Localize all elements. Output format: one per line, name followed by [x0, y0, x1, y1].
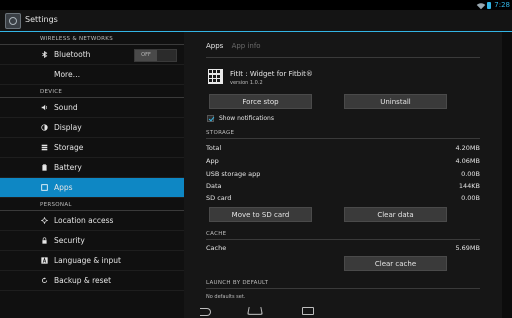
location-icon [41, 217, 48, 224]
uninstall-button[interactable]: Uninstall [344, 94, 447, 109]
row-label: USB storage app [206, 170, 261, 178]
sidebar-item-label: Apps [54, 183, 73, 192]
table-row: Cache 5.69MB [206, 243, 480, 254]
navigation-bar [184, 306, 502, 318]
row-label: Data [206, 182, 222, 190]
status-bar: 7:28 [0, 0, 512, 10]
wifi-icon [477, 0, 486, 10]
back-icon[interactable] [200, 308, 211, 316]
sidebar-item-label: Location access [54, 216, 114, 225]
sidebar-item-label: Storage [54, 143, 84, 152]
app-icon [208, 69, 223, 84]
sidebar-item-label: Backup & reset [54, 276, 112, 285]
action-bar: Settings [0, 10, 512, 32]
bluetooth-toggle-state: OFF [135, 50, 157, 61]
row-value: 144KB [458, 182, 480, 190]
row-label: App [206, 157, 219, 165]
bluetooth-toggle[interactable]: OFF [134, 49, 177, 62]
sidebar-item-label: Battery [54, 163, 82, 172]
battery-icon [487, 1, 492, 9]
table-row: Total 4.20MB [206, 143, 480, 154]
clear-cache-button[interactable]: Clear cache [344, 256, 447, 271]
sidebar-item-location[interactable]: Location access [0, 211, 184, 231]
backup-icon [41, 277, 48, 284]
section-header-personal: PERSONAL [0, 198, 184, 211]
sidebar-item-label: Security [54, 236, 85, 245]
storage-icon [41, 144, 48, 151]
sidebar-item-backup[interactable]: Backup & reset [0, 271, 184, 291]
display-icon [41, 124, 48, 131]
row-value: 0.00B [461, 194, 480, 202]
breadcrumb-apps[interactable]: Apps [206, 42, 223, 50]
sidebar-item-more[interactable]: More… [0, 65, 184, 85]
sidebar-item-apps[interactable]: Apps [0, 178, 184, 198]
status-icons: 7:28 [477, 0, 510, 10]
row-label: Total [206, 144, 222, 152]
sidebar-item-label: Bluetooth [54, 50, 91, 59]
show-notifications-checkbox[interactable] [207, 115, 214, 122]
sidebar-item-bluetooth[interactable]: Bluetooth OFF [0, 45, 184, 65]
table-row: Data 144KB [206, 181, 480, 192]
section-header-wireless: WIRELESS & NETWORKS [0, 32, 184, 45]
show-notifications-label: Show notifications [219, 115, 274, 122]
apps-icon [41, 184, 48, 191]
settings-icon[interactable] [5, 13, 21, 29]
sidebar-item-label: Sound [54, 103, 78, 112]
section-header-storage: STORAGE [206, 130, 480, 139]
bluetooth-icon [42, 51, 48, 58]
home-icon[interactable] [247, 306, 263, 315]
breadcrumb-app-info: App info [231, 42, 261, 50]
app-title: Settings [25, 15, 58, 24]
section-header-device: DEVICE [0, 85, 184, 98]
clear-data-button[interactable]: Clear data [344, 207, 447, 222]
sidebar-item-label: Language & input [54, 256, 121, 265]
section-header-launch: LAUNCH BY DEFAULT [206, 280, 480, 289]
settings-sidebar: WIRELESS & NETWORKS Bluetooth OFF More… … [0, 32, 184, 318]
sidebar-item-label: Display [54, 123, 82, 132]
table-row: SD card 0.00B [206, 193, 480, 204]
row-label: SD card [206, 194, 232, 202]
sidebar-item-display[interactable]: Display [0, 118, 184, 138]
row-label: Cache [206, 244, 227, 252]
divider [206, 57, 480, 58]
row-value: 4.06MB [455, 157, 480, 165]
sidebar-item-storage[interactable]: Storage [0, 138, 184, 158]
table-row: App 4.06MB [206, 156, 480, 167]
section-header-cache: CACHE [206, 231, 480, 240]
row-value: 5.69MB [455, 244, 480, 252]
app-info-panel: Apps App info FitIt : Widget for Fitbit®… [184, 32, 502, 318]
force-stop-button[interactable]: Force stop [209, 94, 312, 109]
no-defaults-text: No defaults set. [206, 294, 246, 300]
sidebar-item-label: More… [54, 70, 81, 79]
app-version: version 1.0.2 [230, 80, 263, 86]
language-icon [41, 257, 48, 264]
sidebar-item-sound[interactable]: Sound [0, 98, 184, 118]
row-value: 0.00B [461, 170, 480, 178]
recent-apps-icon[interactable] [302, 307, 314, 315]
breadcrumb: Apps App info [206, 42, 261, 50]
row-value: 4.20MB [455, 144, 480, 152]
clock: 7:28 [494, 1, 510, 9]
sidebar-item-language[interactable]: Language & input [0, 251, 184, 271]
move-to-sd-button[interactable]: Move to SD card [209, 207, 312, 222]
speaker-icon [41, 104, 48, 111]
sidebar-item-security[interactable]: Security [0, 231, 184, 251]
app-name: FitIt : Widget for Fitbit® [230, 70, 313, 78]
sidebar-item-battery[interactable]: Battery [0, 158, 184, 178]
lock-icon [42, 237, 47, 244]
table-row: USB storage app 0.00B [206, 169, 480, 180]
battery-icon [42, 164, 47, 171]
